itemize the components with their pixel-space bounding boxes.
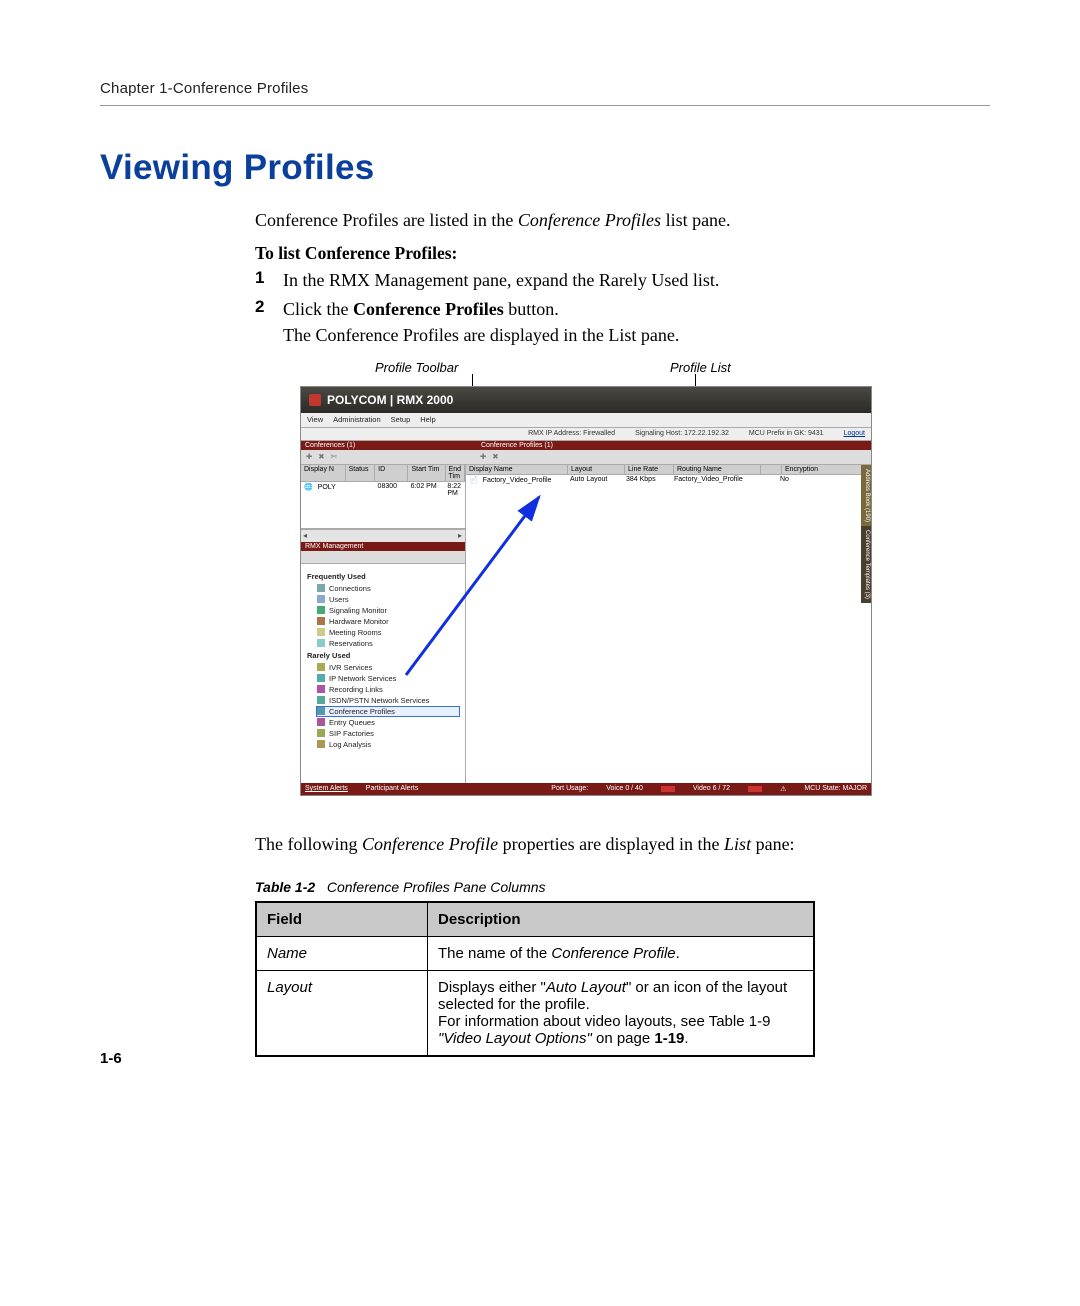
logout-link[interactable]: Logout [844,430,865,437]
nav-item[interactable]: Users [317,595,459,604]
participant-alerts[interactable]: Participant Alerts [366,785,419,792]
menu-view[interactable]: View [307,415,323,424]
properties-table: Field Description Name The name of the C… [255,901,815,1057]
steps-heading: To list Conference Profiles: [255,243,980,264]
nav-item-conference-profiles[interactable]: Conference Profiles [317,707,459,716]
scissors-icon[interactable]: ✄ [331,452,337,461]
nav-item[interactable]: IP Network Services [317,674,459,683]
info-bar: RMX IP Address: Firewalled Signaling Hos… [301,428,871,441]
rmx-management-title: RMX Management [301,542,465,551]
callout-toolbar: Profile Toolbar [375,360,458,375]
profile-grid-header[interactable]: Display Name Layout Line Rate Routing Na… [466,465,871,475]
conf-grid-header[interactable]: Display N Status ID Start Tim End Tim [301,465,465,482]
th-description: Description [428,902,815,937]
callout-list: Profile List [670,360,731,375]
menu-help[interactable]: Help [420,415,435,424]
tab-templates[interactable]: Conference Templates (3) [861,526,871,603]
connections-icon [317,584,325,592]
signaling-icon [317,606,325,614]
hardware-icon [317,617,325,625]
nav-item[interactable]: IVR Services [317,663,459,672]
menu-bar[interactable]: View Administration Setup Help [301,413,871,428]
profile-grid-body[interactable]: 📄 Factory_Video_Profile Auto Layout 384 … [466,475,871,783]
voice-bar-icon [661,786,675,792]
menu-setup[interactable]: Setup [391,415,411,424]
conf-grid-body[interactable]: 🌐 POLY 08300 6:02 PM 8:22 PM [301,482,465,529]
page-number: 1-6 [100,1050,122,1067]
menu-administration[interactable]: Administration [333,415,381,424]
step-1: 1 In the RMX Management pane, expand the… [255,268,980,293]
profiles-title: Conference Profiles (1) [475,441,871,450]
screenshot: POLYCOM | RMX 2000 View Administration S… [300,386,872,796]
conferences-toolbar[interactable]: ✚ ✖ ✄ [301,450,475,465]
nav-item[interactable]: Hardware Monitor [317,617,459,626]
figure-area: Profile Toolbar Profile List POLYCOM | R… [300,360,990,796]
nav-group-rarely[interactable]: Rarely Used [307,651,459,660]
page-title: Viewing Profiles [100,148,990,188]
delete-icon[interactable]: ✖ [318,452,324,461]
after-figure-paragraph: The following Conference Profile propert… [255,832,980,857]
table-row: Layout Displays either "Auto Layout" or … [256,970,814,1056]
polycom-logo-icon [309,394,321,406]
delete-icon[interactable]: ✖ [492,452,498,461]
ivr-icon [317,663,325,671]
chapter-breadcrumb: Chapter 1-Conference Profiles [100,80,990,97]
users-icon [317,595,325,603]
status-bar: System Alerts Participant Alerts Port Us… [301,783,871,795]
rmx-management-toolbar[interactable] [301,551,465,564]
nav-group-frequently[interactable]: Frequently Used [307,572,459,581]
queues-icon [317,718,325,726]
h-scrollbar[interactable] [301,529,465,542]
table-caption: Table 1-2 Conference Profiles Pane Colum… [255,879,980,895]
new-icon[interactable]: ✚ [306,452,312,461]
system-alerts[interactable]: System Alerts [305,785,348,792]
separator [100,105,990,106]
sip-icon [317,729,325,737]
rooms-icon [317,628,325,636]
nav-item[interactable]: ISDN/PSTN Network Services [317,696,459,705]
profiles-icon [317,707,325,715]
reservations-icon [317,639,325,647]
table-row: Name The name of the Conference Profile. [256,936,814,970]
app-banner: POLYCOM | RMX 2000 [301,387,871,413]
step-2: 2 Click the Conference Profiles button. … [255,297,980,347]
table-row[interactable]: 📄 Factory_Video_Profile Auto Layout 384 … [466,475,871,485]
tab-addressbook[interactable]: Address Book (190) [861,465,871,526]
rmx-nav[interactable]: Frequently Used Connections Users Signal… [301,564,465,783]
nav-item[interactable]: Recording Links [317,685,459,694]
nav-item[interactable]: Reservations [317,639,459,648]
intro-paragraph: Conference Profiles are listed in the Co… [255,208,980,233]
nav-item[interactable]: Log Analysis [317,740,459,749]
video-bar-icon [748,786,762,792]
nav-item[interactable]: Entry Queues [317,718,459,727]
nav-item[interactable]: Connections [317,584,459,593]
new-icon[interactable]: ✚ [480,452,486,461]
th-field: Field [256,902,428,937]
recording-icon [317,685,325,693]
conferences-title: Conferences (1) [301,441,475,450]
table-row[interactable]: 🌐 POLY 08300 6:02 PM 8:22 PM [301,482,465,498]
ipnet-icon [317,674,325,682]
log-icon [317,740,325,748]
nav-item[interactable]: SIP Factories [317,729,459,738]
nav-item[interactable]: Meeting Rooms [317,628,459,637]
nav-item[interactable]: Signaling Monitor [317,606,459,615]
profile-toolbar[interactable]: ✚ ✖ [475,450,871,465]
isdn-icon [317,696,325,704]
